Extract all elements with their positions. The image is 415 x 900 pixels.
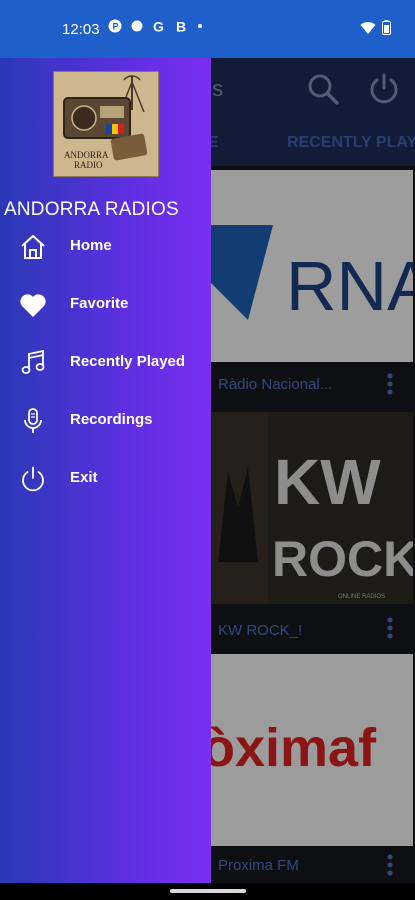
p-icon: P bbox=[108, 19, 122, 33]
nav-label: Recordings bbox=[70, 411, 153, 428]
radio-icon: ANDORRA RADIO bbox=[63, 75, 148, 170]
home-gesture-handle[interactable] bbox=[170, 889, 246, 893]
status-notification-icons: P G B bbox=[108, 19, 202, 33]
svg-text:B: B bbox=[176, 19, 186, 33]
svg-text:ANDORRA: ANDORRA bbox=[64, 150, 109, 160]
status-bar: 12:03 P G B bbox=[0, 0, 415, 58]
svg-text:G: G bbox=[153, 19, 164, 33]
google-icon: G bbox=[153, 19, 164, 33]
svg-text:RADIO: RADIO bbox=[74, 160, 103, 170]
nav-label: Recently Played bbox=[70, 353, 186, 370]
system-navigation-bar bbox=[0, 883, 415, 900]
navigation-drawer: ANDORRA RADIO ANDORRA RADIOS Home Favori… bbox=[0, 58, 211, 883]
status-time: 12:03 bbox=[62, 21, 100, 38]
b-icon: B bbox=[176, 19, 186, 33]
heart-icon bbox=[20, 294, 46, 317]
small-dot-icon bbox=[198, 24, 202, 28]
wifi-icon bbox=[360, 21, 376, 34]
dot-icon bbox=[131, 20, 143, 32]
music-note-icon bbox=[21, 349, 45, 374]
microphone-icon bbox=[24, 408, 42, 433]
nav-label: Exit bbox=[70, 469, 98, 486]
home-icon bbox=[21, 235, 45, 259]
nav-item-recently-played[interactable]: Recently Played bbox=[0, 340, 211, 390]
power-icon bbox=[22, 466, 44, 492]
nav-item-recordings[interactable]: Recordings bbox=[0, 398, 211, 448]
nav-label: Favorite bbox=[70, 295, 129, 312]
svg-text:P: P bbox=[113, 22, 119, 32]
status-system-icons bbox=[360, 20, 391, 35]
battery-icon bbox=[382, 20, 391, 35]
nav-item-favorite[interactable]: Favorite bbox=[0, 282, 211, 332]
nav-item-home[interactable]: Home bbox=[0, 224, 211, 274]
nav-label: Home bbox=[70, 237, 112, 254]
app-logo: ANDORRA RADIO bbox=[53, 71, 159, 177]
drawer-title: ANDORRA RADIOS bbox=[4, 199, 179, 220]
nav-item-exit[interactable]: Exit bbox=[0, 456, 211, 506]
